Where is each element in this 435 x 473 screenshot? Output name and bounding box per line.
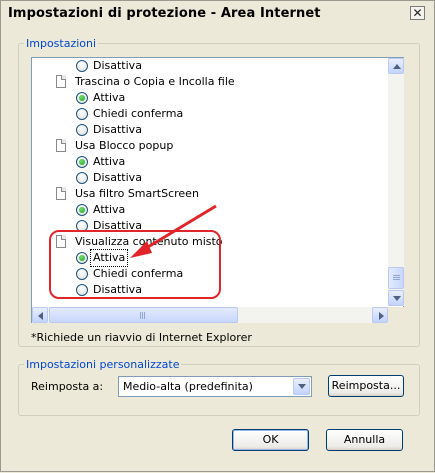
annotation-arrow xyxy=(130,204,217,258)
security-settings-dialog: Impostazioni di protezione - Area Intern… xyxy=(0,0,435,472)
